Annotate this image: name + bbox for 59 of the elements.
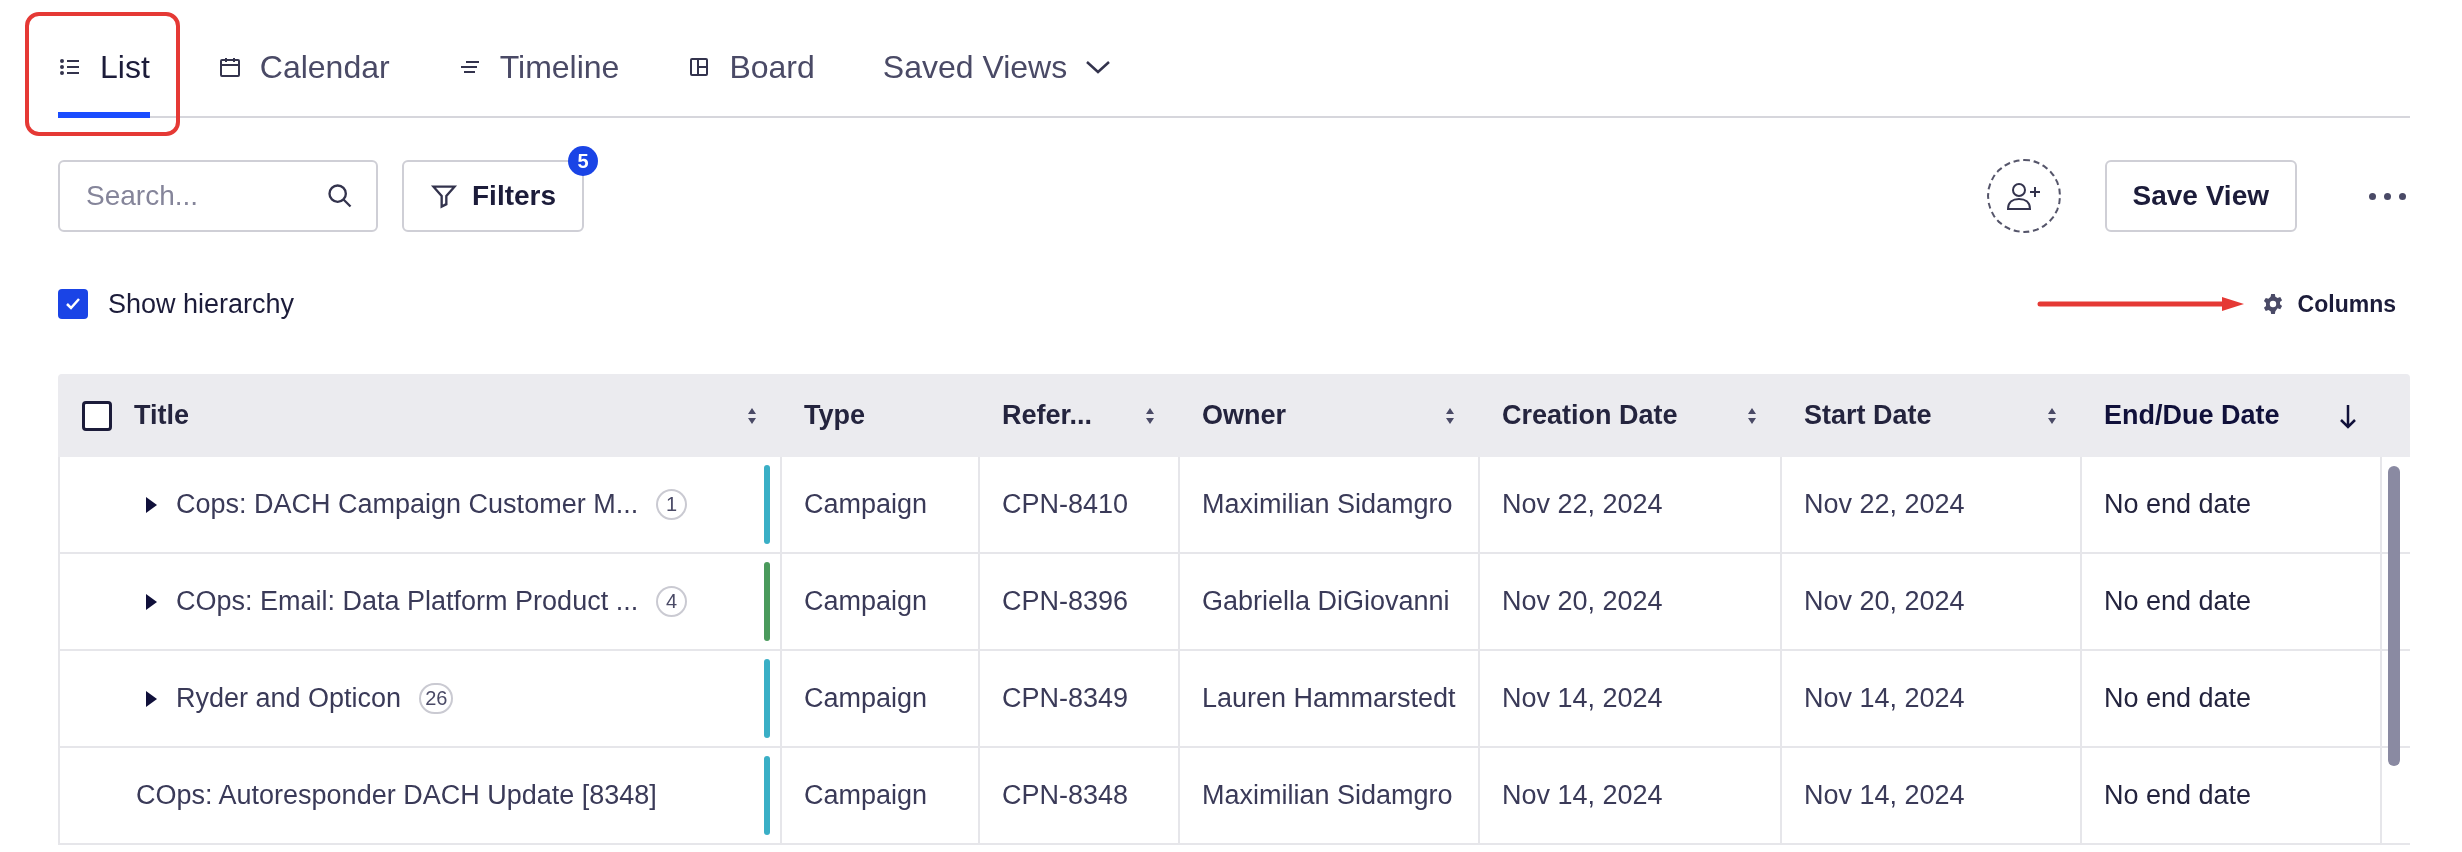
columns-button[interactable]: Columns <box>2255 289 2402 319</box>
count-badge: 5 <box>568 146 599 176</box>
table-cell: No end date <box>2082 457 2382 552</box>
table-cell: No end date <box>2082 748 2382 843</box>
column-header: Type <box>804 400 865 431</box>
checkbox-label: Show hierarchy <box>108 288 295 320</box>
table-cell: Campaign <box>782 457 980 552</box>
person-plus-icon <box>2005 181 2042 211</box>
save-view-button[interactable]: Save View <box>2104 160 2297 232</box>
table-cell: CPN-8349 <box>980 651 1180 746</box>
table-cell: Campaign <box>782 748 980 843</box>
view-tab[interactable]: Calendar <box>217 0 390 118</box>
table-cell: Nov 14, 2024 <box>1782 748 2082 843</box>
table-cell: Lauren Hammarstedt <box>1180 651 1480 746</box>
table-cell: No end date <box>2082 554 2382 649</box>
view-tab[interactable]: List <box>58 0 150 118</box>
table-cell: Nov 22, 2024 <box>1782 457 2082 552</box>
table-cell: CPN-8410 <box>980 457 1180 552</box>
child-count: 4 <box>656 586 688 617</box>
table-cell: Nov 20, 2024 <box>1480 554 1782 649</box>
checkbox[interactable] <box>58 289 88 319</box>
table-cell: CPN-8396 <box>980 554 1180 649</box>
table-cell: Nov 22, 2024 <box>1480 457 1782 552</box>
table-cell: Nov 14, 2024 <box>1480 651 1782 746</box>
search-icon <box>326 182 354 210</box>
caret-right-icon[interactable] <box>144 591 158 612</box>
row-title[interactable]: COps: Autoresponder DACH Update [8348] <box>136 780 657 811</box>
table-cell: No end date <box>2082 651 2382 746</box>
table-cell: Maximilian Sidamgro <box>1180 748 1480 843</box>
table-cell: Nov 20, 2024 <box>1782 554 2082 649</box>
column-header: Start Date <box>1804 400 1932 431</box>
table-cell: Campaign <box>782 651 980 746</box>
table-cell: CPN-8348 <box>980 748 1180 843</box>
column-header: Refer... <box>1002 400 1093 431</box>
column-header: Creation Date <box>1502 400 1678 431</box>
table-cell: Maximilian Sidamgro <box>1180 457 1480 552</box>
column-header: Owner <box>1202 400 1287 431</box>
view-tab[interactable]: Board <box>687 0 815 118</box>
table-cell: Campaign <box>782 554 980 649</box>
gear-icon <box>2261 293 2284 315</box>
table-cell: Nov 14, 2024 <box>1782 651 2082 746</box>
calendar-icon <box>217 55 242 79</box>
chevron-down-icon <box>1085 59 1112 75</box>
caret-right-icon[interactable] <box>144 494 158 515</box>
select-all-checkbox[interactable] <box>82 400 112 431</box>
table-cell: Nov 14, 2024 <box>1480 748 1782 843</box>
view-tab[interactable]: Saved Views <box>882 0 1112 118</box>
column-header: Title <box>134 400 189 431</box>
scrollbar[interactable] <box>2388 466 2400 766</box>
row-title[interactable]: Ryder and Opticon <box>176 683 402 714</box>
view-tab[interactable]: Timeline <box>457 0 620 118</box>
caret-right-icon[interactable] <box>144 688 158 709</box>
row-title[interactable]: Cops: DACH Campaign Customer M... <box>176 489 639 520</box>
search-field[interactable]: Search... <box>58 160 378 232</box>
table-cell: Gabriella DiGiovanni <box>1180 554 1480 649</box>
column-header: End/Due Date <box>2104 400 2280 431</box>
row-title[interactable]: COps: Email: Data Platform Product ... <box>176 586 639 617</box>
child-count: 26 <box>419 683 454 714</box>
child-count: 1 <box>656 489 688 520</box>
